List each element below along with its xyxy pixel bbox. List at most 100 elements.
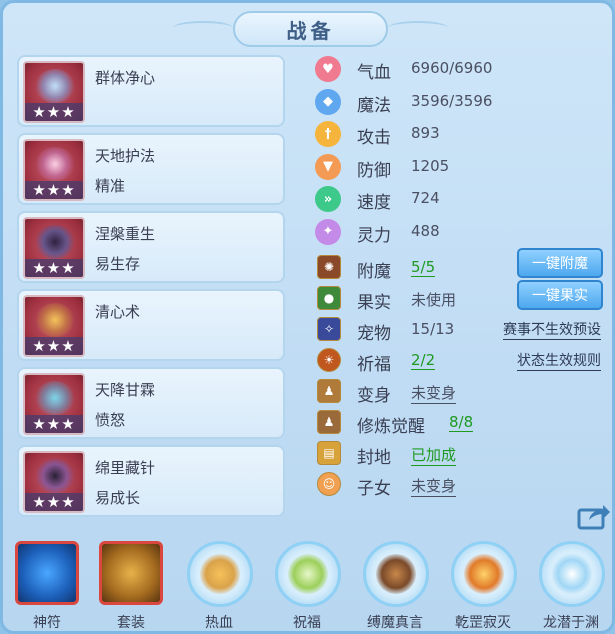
skill-card[interactable]: ★★★ 清心术	[17, 289, 285, 361]
attack-icon: †	[315, 121, 341, 147]
bottom-item-label: 缚魔真言	[367, 615, 423, 631]
bottom-item-talisman[interactable]: 神符	[11, 539, 83, 631]
star-rating: ★★★	[25, 493, 83, 511]
transform-value[interactable]: 未变身	[411, 382, 457, 404]
defense-icon: ▼	[315, 153, 341, 180]
dragon-skill-icon: ★★★	[23, 61, 85, 123]
title-ornament-left	[173, 21, 233, 35]
skill-card[interactable]: ★★★ 天地护法 精准	[17, 133, 285, 205]
bottom-item-passion[interactable]: 热血	[183, 539, 255, 631]
spirit-icon: ✦	[315, 218, 341, 245]
stat-row-attack: † 攻击 893	[313, 118, 603, 151]
phoenix-skill-icon: ★★★	[23, 217, 85, 279]
bottom-item-blessing[interactable]: 祝福	[271, 539, 343, 631]
row-pet: ✧ 宠物 15/13 赛事不生效预设	[313, 315, 611, 346]
row-label: 果实	[357, 293, 391, 313]
skill-card[interactable]: ★★★ 天降甘霖 愤怒	[17, 367, 285, 439]
skill-trait: 愤怒	[95, 411, 126, 429]
fief-value[interactable]: 已加成	[411, 444, 457, 466]
page-title: 战备	[286, 18, 335, 43]
skill-name: 天地护法	[95, 147, 156, 165]
skill-name: 清心术	[95, 303, 141, 321]
sword-skill-icon: ★★★	[23, 139, 85, 201]
stat-label: 防御	[357, 160, 391, 181]
share-icon[interactable]	[577, 502, 611, 530]
stat-row-speed: » 速度 724	[313, 183, 603, 216]
battle-prep-panel: 战备 ★★★ 群体净心 ★★★ 天地护法 精准 ★★★ 涅槃重生 易生存 ★★★…	[0, 0, 615, 634]
pet-icon: ✧	[317, 317, 341, 341]
bottom-item-dragon-abyss[interactable]: 龙潜于渊	[535, 539, 607, 631]
stat-value: 6960/6960	[411, 59, 493, 77]
bottom-toolbar: 神符 套装 热血 祝福 缚魔真言 乾罡寂灭 龙潜于渊	[11, 539, 611, 631]
skill-name: 涅槃重生	[95, 225, 156, 243]
fruit-all-button[interactable]: 一键果实	[517, 280, 603, 310]
serpent-skill-icon: ★★★	[23, 295, 85, 357]
talisman-icon	[15, 541, 79, 605]
bless-icon: ☀	[317, 348, 341, 372]
star-rating: ★★★	[25, 337, 83, 355]
stat-value: 893	[411, 124, 440, 142]
attribute-list: ♥ 气血 6960/6960 ◆ 魔法 3596/3596 † 攻击 893 ▼…	[313, 53, 603, 248]
row-label: 子女	[357, 479, 391, 499]
row-label: 封地	[357, 448, 391, 468]
fruit-value: 未使用	[411, 291, 457, 309]
bottom-item-label: 神符	[33, 615, 61, 631]
row-label: 附魔	[357, 262, 391, 282]
stat-row-defense: ▼ 防御 1205	[313, 151, 603, 184]
stat-row-spirit: ✦ 灵力 488	[313, 216, 603, 249]
ring-skill-icon: ★★★	[23, 373, 85, 435]
bottom-item-suit[interactable]: 套装	[95, 539, 167, 631]
qiangang-icon	[451, 541, 517, 607]
enchant-all-button[interactable]: 一键附魔	[517, 248, 603, 278]
star-rating: ★★★	[25, 181, 83, 199]
stat-row-mp: ◆ 魔法 3596/3596	[313, 86, 603, 119]
row-fief: ▤ 封地 已加成	[313, 439, 611, 470]
spirit-skill-icon: ★★★	[23, 451, 85, 513]
row-fruit: ● 果实 未使用 一键果实	[313, 280, 611, 315]
stat-label: 攻击	[357, 128, 391, 148]
skill-trait: 易成长	[95, 489, 141, 507]
dragon-abyss-icon	[539, 541, 605, 607]
row-bless: ☀ 祈福 2/2 状态生效规则	[313, 346, 611, 377]
bottom-item-qiangang[interactable]: 乾罡寂灭	[447, 539, 519, 631]
status-rules-link[interactable]: 状态生效规则	[517, 350, 601, 371]
title-ornament-right	[388, 21, 448, 35]
bottom-item-bind-demon[interactable]: 缚魔真言	[359, 539, 431, 631]
bottom-item-label: 龙潜于渊	[543, 615, 599, 631]
stat-value: 724	[411, 189, 440, 207]
row-awaken: ♟ 修炼觉醒 8/8	[313, 408, 611, 439]
skill-card[interactable]: ★★★ 绵里藏针 易成长	[17, 445, 285, 517]
bless-value[interactable]: 2/2	[411, 351, 436, 370]
awaken-icon: ♟	[317, 410, 341, 434]
suit-icon	[99, 541, 163, 605]
stat-label: 灵力	[357, 225, 391, 246]
star-rating: ★★★	[25, 415, 83, 433]
skill-list: ★★★ 群体净心 ★★★ 天地护法 精准 ★★★ 涅槃重生 易生存 ★★★ 清心…	[17, 55, 285, 523]
skill-name: 群体净心	[95, 69, 156, 87]
bottom-item-label: 热血	[205, 615, 233, 631]
stat-value: 488	[411, 221, 440, 240]
event-preset-link[interactable]: 赛事不生效预设	[503, 319, 601, 340]
children-icon: ☺	[317, 472, 341, 496]
title-banner: 战备	[233, 11, 388, 47]
children-value[interactable]: 未变身	[411, 475, 457, 497]
stat-row-hp: ♥ 气血 6960/6960	[313, 53, 603, 86]
enchant-value[interactable]: 5/5	[411, 258, 436, 277]
transform-icon: ♟	[317, 379, 341, 403]
row-label: 变身	[357, 386, 391, 406]
row-label: 宠物	[357, 324, 391, 344]
stat-value: 1205	[411, 156, 450, 175]
skill-name: 天降甘霖	[95, 381, 156, 399]
skill-card[interactable]: ★★★ 群体净心	[17, 55, 285, 127]
stat-value: 3596/3596	[411, 91, 493, 110]
row-children: ☺ 子女 未变身	[313, 470, 611, 501]
enchant-icon: ✺	[317, 255, 341, 279]
row-label: 祈福	[357, 355, 391, 375]
blessing-icon	[275, 541, 341, 607]
fruit-icon: ●	[317, 286, 341, 310]
awaken-value[interactable]: 8/8	[449, 413, 474, 432]
stat-label: 速度	[357, 193, 391, 213]
skill-trait: 易生存	[95, 255, 141, 273]
skill-card[interactable]: ★★★ 涅槃重生 易生存	[17, 211, 285, 283]
bonus-list: ✺ 附魔 5/5 一键附魔 ● 果实 未使用 一键果实 ✧ 宠物 15/13 赛…	[313, 248, 611, 501]
